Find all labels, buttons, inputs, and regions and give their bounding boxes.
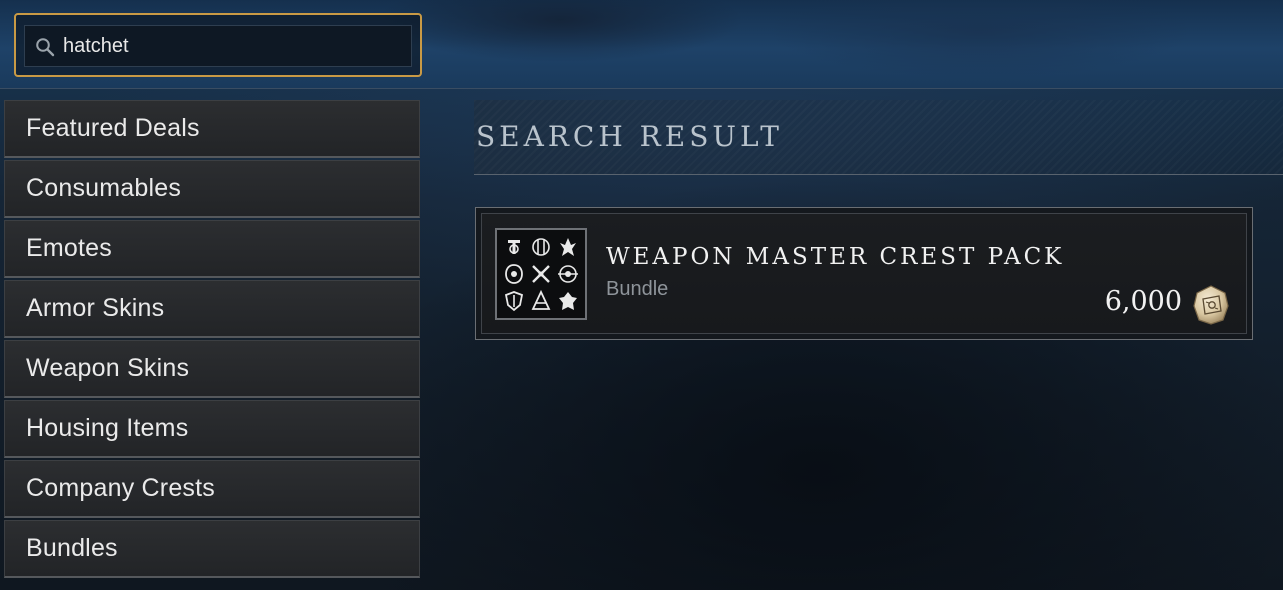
item-type: Bundle (606, 278, 669, 300)
sidebar-item-label: Featured Deals (26, 114, 200, 142)
sidebar-item-armor-skins[interactable]: Armor Skins (4, 280, 420, 338)
sidebar-item-label: Housing Items (26, 414, 189, 442)
sidebar-item-housing-items[interactable]: Housing Items (4, 400, 420, 458)
search-input[interactable] (63, 32, 393, 60)
sidebar-item-featured-deals[interactable]: Featured Deals (4, 100, 420, 158)
item-thumbnail (495, 228, 587, 320)
crest-grid-icon (504, 238, 578, 312)
search-box[interactable] (14, 13, 422, 77)
category-sidebar: Featured Deals Consumables Emotes Armor … (4, 100, 420, 580)
sidebar-item-label: Company Crests (26, 474, 215, 502)
search-field-container[interactable] (24, 25, 412, 67)
section-header: SEARCH RESULT (474, 100, 1283, 175)
sidebar-item-label: Weapon Skins (26, 354, 190, 382)
search-icon (36, 38, 55, 57)
page-title: SEARCH RESULT (476, 120, 783, 153)
item-name: WEAPON MASTER CREST PACK (606, 244, 1065, 270)
coin-icon (1193, 285, 1229, 325)
sidebar-item-emotes[interactable]: Emotes (4, 220, 420, 278)
sidebar-item-label: Armor Skins (26, 294, 165, 322)
sidebar-item-consumables[interactable]: Consumables (4, 160, 420, 218)
sidebar-item-label: Bundles (26, 534, 118, 562)
item-price: 6,000 (1104, 286, 1182, 317)
sidebar-item-label: Emotes (26, 234, 112, 262)
sidebar-item-bundles[interactable]: Bundles (4, 520, 420, 578)
sidebar-item-company-crests[interactable]: Company Crests (4, 460, 420, 518)
sidebar-item-label: Consumables (26, 174, 182, 202)
result-card[interactable]: WEAPON MASTER CREST PACK Bundle 6,000 (475, 207, 1253, 340)
result-card-body: WEAPON MASTER CREST PACK Bundle 6,000 (481, 213, 1247, 334)
sidebar-item-weapon-skins[interactable]: Weapon Skins (4, 340, 420, 398)
